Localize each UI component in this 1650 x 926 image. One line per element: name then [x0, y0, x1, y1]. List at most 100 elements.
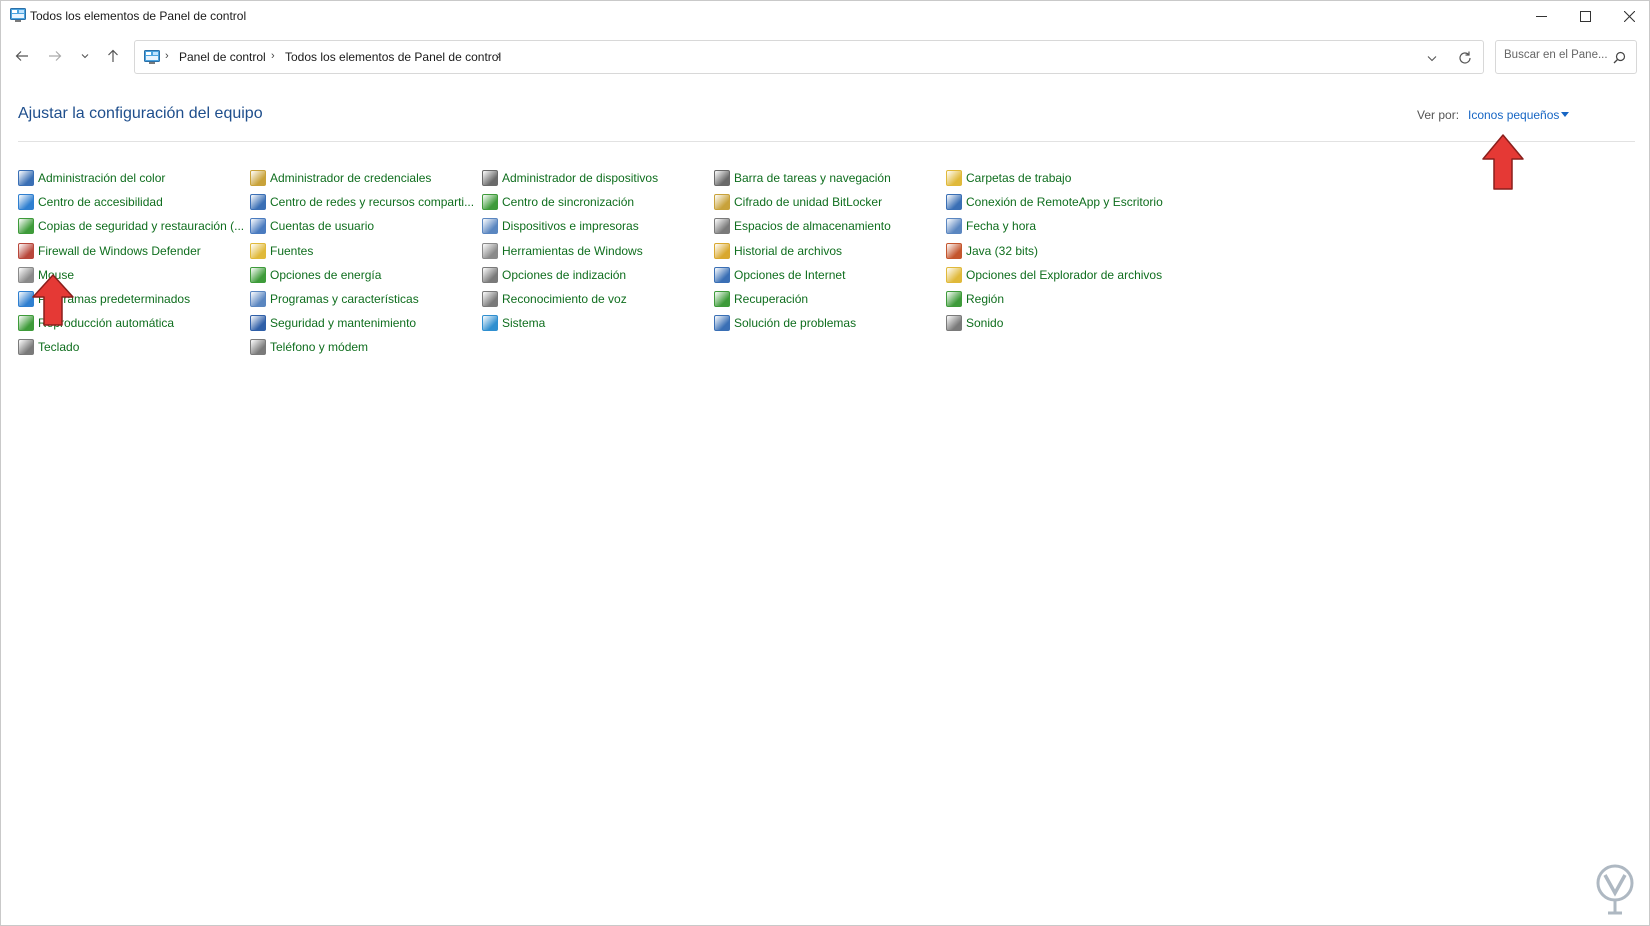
item-solucion-de-problemas[interactable]: Solución de problemas — [714, 312, 856, 334]
up-button[interactable] — [102, 45, 124, 67]
item-label: Firewall de Windows Defender — [38, 244, 201, 258]
item-label: Espacios de almacenamiento — [734, 219, 891, 233]
item-label: Opciones de Internet — [734, 268, 846, 282]
internet-options-icon — [714, 267, 730, 283]
breadcrumb-separator[interactable]: › — [271, 50, 275, 62]
recovery-icon — [714, 291, 730, 307]
user-accounts-icon — [250, 218, 266, 234]
programs-features-icon — [250, 291, 266, 307]
item-cifrado-de-unidad-bitlocker[interactable]: Cifrado de unidad BitLocker — [714, 191, 882, 213]
recent-locations-button[interactable] — [74, 45, 96, 67]
item-firewall-de-windows-defender[interactable]: Firewall de Windows Defender — [18, 240, 201, 262]
item-centro-de-accesibilidad[interactable]: Centro de accesibilidad — [18, 191, 163, 213]
item-sistema[interactable]: Sistema — [482, 312, 545, 334]
item-fuentes[interactable]: Fuentes — [250, 240, 313, 262]
keyboard-icon — [18, 339, 34, 355]
view-by-caret-icon[interactable] — [1561, 112, 1569, 117]
fonts-icon — [250, 243, 266, 259]
minimize-icon — [1535, 15, 1547, 17]
item-seguridad-y-mantenimiento[interactable]: Seguridad y mantenimiento — [250, 312, 416, 334]
search-icon[interactable] — [1613, 51, 1626, 64]
item-dispositivos-e-impresoras[interactable]: Dispositivos e impresoras — [482, 215, 639, 237]
item-herramientas-de-windows[interactable]: Herramientas de Windows — [482, 240, 643, 262]
breadcrumb-all-items[interactable]: Todos los elementos de Panel de control — [285, 50, 501, 64]
page-title: Ajustar la configuración del equipo — [18, 105, 263, 122]
item-copias-de-seguridad-y-restauracion[interactable]: Copias de seguridad y restauración (... — [18, 215, 244, 237]
item-label: Teclado — [38, 340, 80, 354]
search-input[interactable] — [1504, 49, 1610, 61]
item-opciones-de-indizacion[interactable]: Opciones de indización — [482, 264, 626, 286]
arrow-up-icon — [108, 49, 118, 62]
item-centro-de-redes-y-recursos-comparti[interactable]: Centro de redes y recursos comparti... — [250, 191, 474, 213]
minimize-button[interactable] — [1519, 1, 1563, 31]
bitlocker-icon — [714, 194, 730, 210]
view-by-dropdown[interactable]: Iconos pequeños — [1468, 108, 1559, 122]
control-panel-icon — [10, 8, 26, 22]
item-historial-de-archivos[interactable]: Historial de archivos — [714, 240, 842, 262]
indexing-icon — [482, 267, 498, 283]
forward-button[interactable] — [44, 45, 66, 67]
item-espacios-de-almacenamiento[interactable]: Espacios de almacenamiento — [714, 215, 891, 237]
control-panel-window: Todos los elementos de Panel de control … — [0, 0, 1650, 926]
item-opciones-de-internet[interactable]: Opciones de Internet — [714, 264, 845, 286]
close-icon — [1623, 10, 1635, 22]
item-label: Recuperación — [734, 292, 809, 306]
item-label: Solución de problemas — [734, 316, 857, 330]
troubleshooting-icon — [714, 315, 730, 331]
item-recuperacion[interactable]: Recuperación — [714, 288, 808, 310]
item-administracion-del-color[interactable]: Administración del color — [18, 167, 165, 189]
item-region[interactable]: Región — [946, 288, 1004, 310]
item-administrador-de-dispositivos[interactable]: Administrador de dispositivos — [482, 167, 658, 189]
accessibility-icon — [18, 194, 34, 210]
address-dropdown-icon[interactable] — [1425, 51, 1439, 65]
phone-modem-icon — [250, 339, 266, 355]
arrow-left-icon — [15, 51, 28, 61]
item-sonido[interactable]: Sonido — [946, 312, 1003, 334]
address-bar[interactable]: › Panel de control › Todos los elementos… — [134, 40, 1484, 74]
item-centro-de-sincronizacion[interactable]: Centro de sincronización — [482, 191, 634, 213]
item-label: Reconocimiento de voz — [502, 292, 627, 306]
item-cuentas-de-usuario[interactable]: Cuentas de usuario — [250, 215, 374, 237]
item-reconocimiento-de-voz[interactable]: Reconocimiento de voz — [482, 288, 627, 310]
item-programas-y-caracteristicas[interactable]: Programas y características — [250, 288, 419, 310]
item-telefono-y-modem[interactable]: Teléfono y módem — [250, 336, 368, 358]
devices-printers-icon — [482, 218, 498, 234]
item-administrador-de-credenciales[interactable]: Administrador de credenciales — [250, 167, 431, 189]
item-teclado[interactable]: Teclado — [18, 336, 79, 358]
maximize-button[interactable] — [1563, 1, 1607, 31]
breadcrumb-separator[interactable]: › — [497, 50, 501, 62]
java-icon — [946, 243, 962, 259]
back-button[interactable] — [11, 45, 33, 67]
maximize-icon — [1579, 10, 1591, 22]
item-fecha-y-hora[interactable]: Fecha y hora — [946, 215, 1036, 237]
search-box[interactable] — [1495, 40, 1637, 74]
item-opciones-del-explorador-de-archivos[interactable]: Opciones del Explorador de archivos — [946, 264, 1162, 286]
annotation-arrow-up-icon — [1482, 134, 1524, 190]
item-label: Cuentas de usuario — [270, 219, 375, 233]
breadcrumb-control-panel[interactable]: Panel de control — [179, 50, 266, 64]
breadcrumb-separator[interactable]: › — [165, 50, 169, 62]
item-label: Región — [966, 292, 1005, 306]
item-label: Copias de seguridad y restauración (... — [38, 219, 245, 233]
folder-options-icon — [946, 267, 962, 283]
refresh-icon[interactable] — [1457, 50, 1473, 66]
network-center-icon — [250, 194, 266, 210]
control-panel-location-icon — [144, 50, 160, 64]
item-barra-de-tareas-y-navegacion[interactable]: Barra de tareas y navegación — [714, 167, 891, 189]
sync-center-icon — [482, 194, 498, 210]
annotation-arrow-up-icon — [32, 274, 74, 326]
arrow-right-icon — [49, 51, 62, 61]
item-opciones-de-energia[interactable]: Opciones de energía — [250, 264, 381, 286]
close-button[interactable] — [1607, 1, 1650, 31]
item-carpetas-de-trabajo[interactable]: Carpetas de trabajo — [946, 167, 1071, 189]
item-label: Fuentes — [270, 244, 314, 258]
item-label: Sonido — [966, 316, 1004, 330]
backup-icon — [18, 218, 34, 234]
remoteapp-icon — [946, 194, 962, 210]
item-java-32-bits[interactable]: Java (32 bits) — [946, 240, 1038, 262]
color-management-icon — [18, 170, 34, 186]
item-label: Administrador de credenciales — [270, 171, 432, 185]
item-conexion-de-remoteapp-y-escritorio[interactable]: Conexión de RemoteApp y Escritorio — [946, 191, 1163, 213]
item-label: Herramientas de Windows — [502, 244, 643, 258]
storage-spaces-icon — [714, 218, 730, 234]
